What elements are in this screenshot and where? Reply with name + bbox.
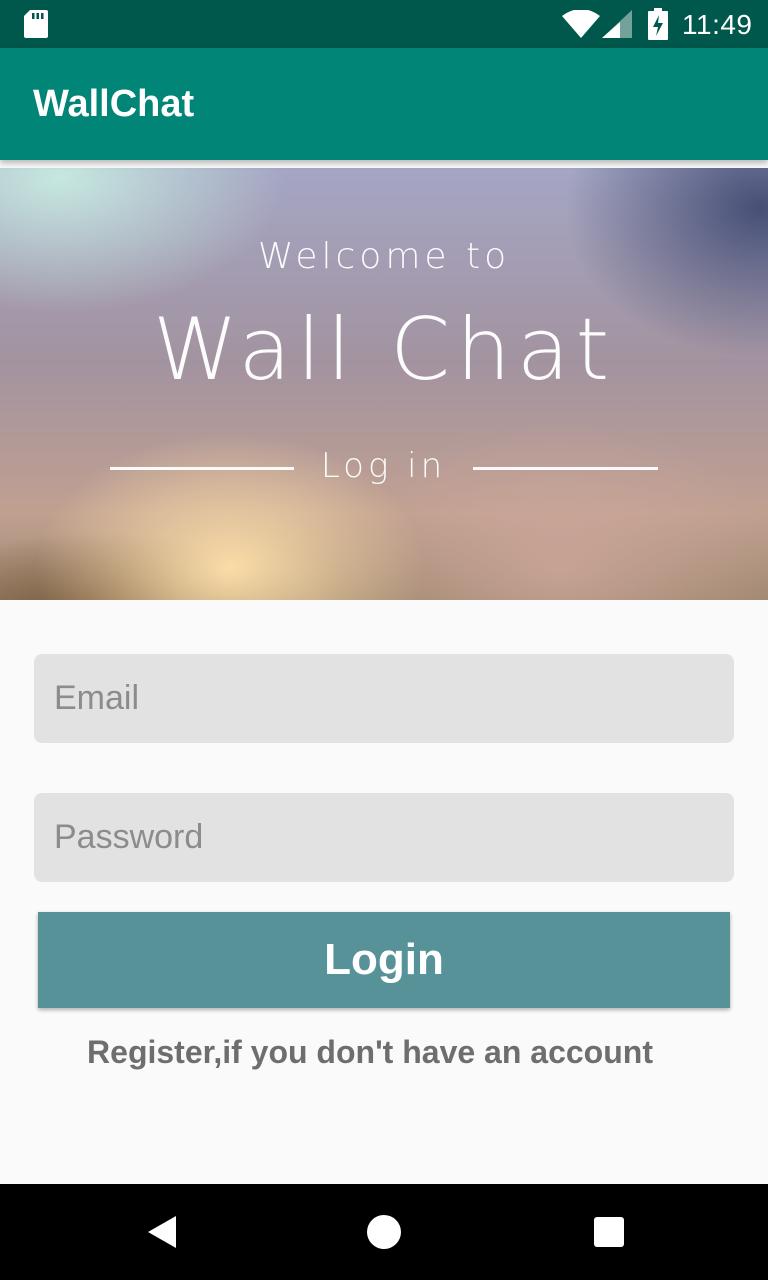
email-field[interactable] [34,654,734,743]
navigation-bar [0,1184,768,1280]
signal-icon [602,10,632,43]
back-icon[interactable] [146,1214,182,1250]
welcome-text: Welcome to [257,236,511,277]
home-icon[interactable] [366,1214,402,1250]
app-bar: WallChat [0,48,768,160]
status-bar: 11:49 [0,0,768,48]
app-title: WallChat [33,83,195,125]
sd-card-icon [24,10,48,43]
password-field[interactable] [34,793,734,882]
login-button[interactable]: Login [38,912,730,1008]
divider-left [110,467,294,470]
login-caption: Log in [320,446,447,486]
status-time: 11:49 [682,9,753,40]
battery-charging-icon [648,8,668,45]
recents-icon[interactable] [592,1215,626,1249]
register-link[interactable]: Register,if you don't have an account [0,1034,754,1071]
brand-text: Wall Chat [152,300,616,400]
divider-right [473,467,658,470]
wifi-icon [562,9,600,43]
hero-banner: Welcome to Wall Chat Log in [0,168,768,600]
